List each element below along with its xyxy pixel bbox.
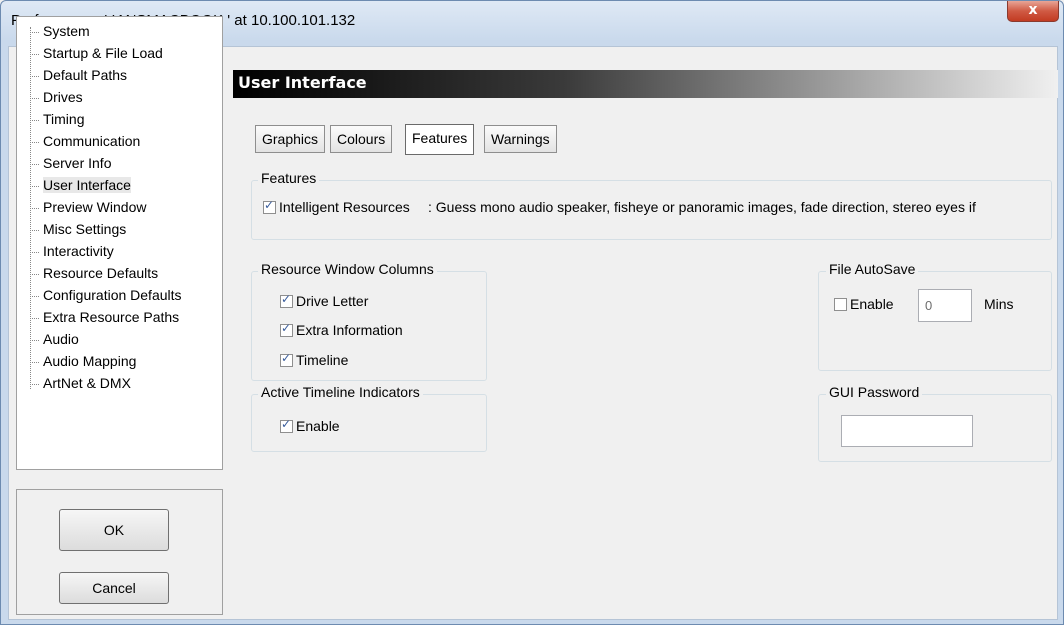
- tree-item-audio-mapping[interactable]: Audio Mapping: [17, 350, 136, 372]
- timeline-indicators-enable-checkbox[interactable]: Enable: [280, 417, 340, 434]
- tree-item-audio[interactable]: Audio: [17, 328, 79, 350]
- tree-item-drives[interactable]: Drives: [17, 86, 83, 108]
- autosave-minutes-unit: Mins: [984, 296, 1014, 312]
- close-button[interactable]: x: [1007, 1, 1059, 22]
- intelligent-resources-label: Intelligent Resources: [279, 199, 410, 215]
- cancel-button[interactable]: Cancel: [59, 572, 169, 604]
- tab-features[interactable]: Features: [405, 124, 475, 155]
- timeline-indicators-group-title: Active Timeline Indicators: [258, 384, 423, 400]
- checkbox-checked-icon[interactable]: [280, 351, 293, 367]
- drive-letter-label: Drive Letter: [296, 293, 369, 309]
- tree-item-timing[interactable]: Timing: [17, 108, 85, 130]
- tree-item-startup-file-load[interactable]: Startup & File Load: [17, 42, 163, 64]
- timeline-indicators-enable-label: Enable: [296, 418, 340, 434]
- tree-item-misc-settings[interactable]: Misc Settings: [17, 218, 126, 240]
- tree-item-server-info[interactable]: Server Info: [17, 152, 111, 174]
- extra-information-checkbox[interactable]: Extra Information: [280, 321, 403, 338]
- tree-item-resource-defaults[interactable]: Resource Defaults: [17, 262, 158, 284]
- tree-item-extra-resource-paths[interactable]: Extra Resource Paths: [17, 306, 179, 328]
- checkbox-checked-icon[interactable]: [280, 292, 293, 308]
- gui-password-group-title: GUI Password: [826, 384, 923, 400]
- resource-columns-group-title: Resource Window Columns: [258, 261, 437, 277]
- checkbox-checked-icon[interactable]: [263, 198, 276, 214]
- timeline-checkbox[interactable]: Timeline: [280, 351, 349, 368]
- checkbox-unchecked-icon[interactable]: [834, 298, 847, 311]
- autosave-enable-label: Enable: [850, 296, 894, 312]
- tree-item-artnet-dmx[interactable]: ArtNet & DMX: [17, 372, 131, 394]
- tree-item-system[interactable]: System: [17, 20, 90, 42]
- tree-item-configuration-defaults[interactable]: Configuration Defaults: [17, 284, 182, 306]
- intelligent-resources-description: : Guess mono audio speaker, fisheye or p…: [428, 199, 976, 215]
- close-icon[interactable]: x: [1028, 2, 1037, 18]
- checkbox-checked-icon[interactable]: [280, 417, 293, 433]
- tree-item-interactivity[interactable]: Interactivity: [17, 240, 114, 262]
- checkbox-checked-icon[interactable]: [280, 321, 293, 337]
- section-title: User Interface: [238, 73, 367, 92]
- intelligent-resources-checkbox[interactable]: Intelligent Resources: [263, 198, 410, 215]
- tab-warnings[interactable]: Warnings: [484, 125, 557, 153]
- tab-colours[interactable]: Colours: [330, 125, 393, 153]
- tree-item-default-paths[interactable]: Default Paths: [17, 64, 127, 86]
- autosave-enable-checkbox[interactable]: Enable: [834, 296, 894, 312]
- preferences-tree[interactable]: System Startup & File Load Default Paths…: [16, 16, 223, 470]
- autosave-minutes-input[interactable]: 0: [918, 289, 972, 322]
- tree-item-preview-window[interactable]: Preview Window: [17, 196, 146, 218]
- ok-button[interactable]: OK: [59, 509, 169, 551]
- tree-item-user-interface[interactable]: User Interface: [17, 174, 131, 196]
- tree-item-communication[interactable]: Communication: [17, 130, 140, 152]
- dialog-button-panel: OK Cancel: [16, 489, 223, 615]
- autosave-group-title: File AutoSave: [826, 261, 919, 277]
- section-header: User Interface: [233, 70, 1058, 98]
- drive-letter-checkbox[interactable]: Drive Letter: [280, 292, 369, 309]
- features-group-title: Features: [258, 170, 320, 186]
- extra-information-label: Extra Information: [296, 322, 403, 338]
- gui-password-input[interactable]: [841, 415, 973, 447]
- timeline-label: Timeline: [296, 352, 349, 368]
- tab-graphics[interactable]: Graphics: [255, 125, 326, 153]
